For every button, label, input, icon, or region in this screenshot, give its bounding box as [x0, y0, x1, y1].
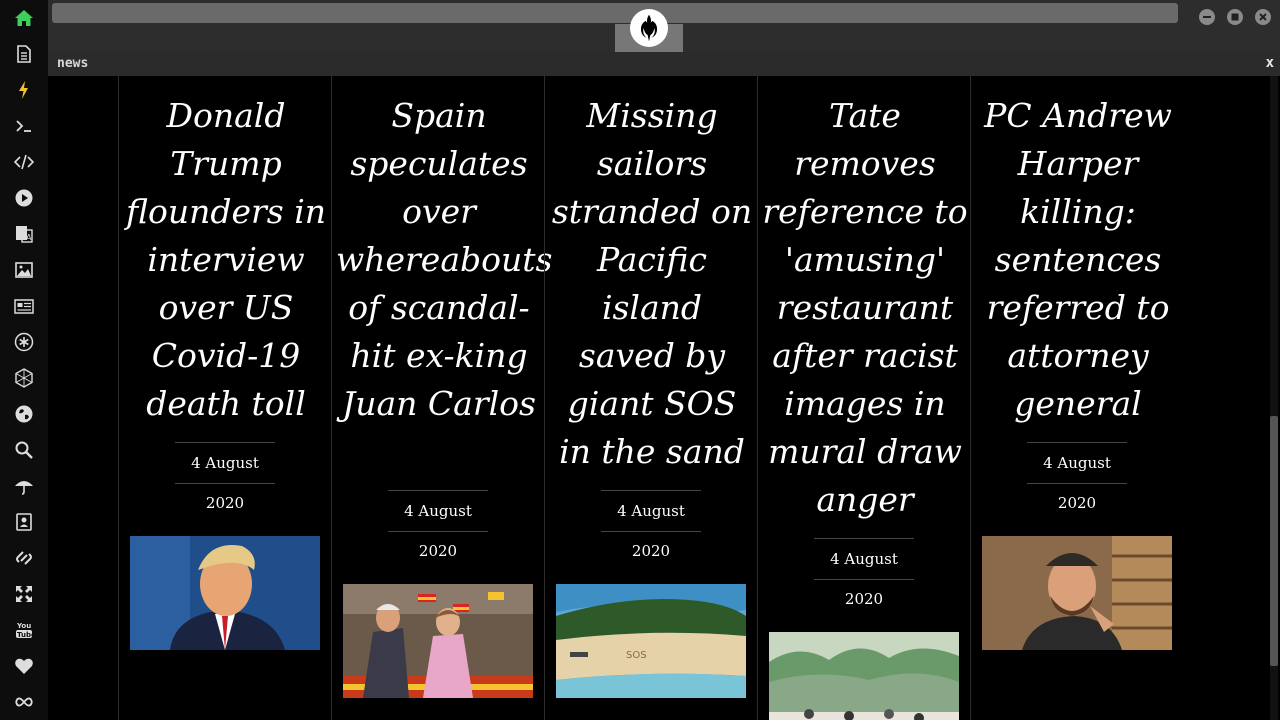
home-icon[interactable] — [12, 6, 36, 30]
maximize-button[interactable] — [1227, 9, 1243, 25]
address-bar[interactable] — [52, 3, 1178, 23]
article-card[interactable]: Tate removes reference to 'amusing' rest… — [757, 76, 970, 720]
search-icon[interactable] — [12, 438, 36, 462]
rebel-alliance-icon[interactable] — [630, 9, 668, 47]
code-icon[interactable] — [12, 150, 36, 174]
juan-carlos-photo[interactable] — [343, 584, 533, 698]
article-card[interactable]: PC Andrew Harper killing: sentences refe… — [970, 76, 1183, 720]
scrollbar-thumb[interactable] — [1270, 416, 1278, 666]
minimize-button[interactable] — [1199, 9, 1215, 25]
lightning-icon[interactable] — [12, 78, 36, 102]
article-title[interactable]: PC Andrew Harper killing: sentences refe… — [975, 92, 1181, 428]
infinity-icon[interactable] — [12, 690, 36, 714]
donald-trump-photo[interactable] — [130, 536, 320, 650]
tate-mural-photo[interactable] — [769, 632, 959, 720]
youtube-icon[interactable]: You Tube — [12, 618, 36, 642]
article-card[interactable]: Donald Trump flounders in interview over… — [118, 76, 331, 720]
sidebar: A You Tube — [0, 0, 49, 720]
article-title[interactable]: Tate removes reference to 'amusing' rest… — [762, 92, 968, 524]
island-sos-photo[interactable]: SOS — [556, 584, 746, 698]
terminal-icon[interactable] — [12, 114, 36, 138]
expand-icon[interactable] — [12, 582, 36, 606]
close-window-button[interactable] — [1255, 9, 1271, 25]
contact-icon[interactable] — [12, 510, 36, 534]
globe-icon[interactable] — [12, 402, 36, 426]
article-date: 4 August 2020 — [601, 490, 701, 560]
tab-news[interactable]: news — [57, 56, 88, 71]
heart-icon[interactable] — [12, 654, 36, 678]
svg-text:You: You — [16, 622, 31, 630]
article-date: 4 August 2020 — [1027, 442, 1127, 512]
article-title[interactable]: Spain speculates over whereabouts of sca… — [336, 92, 552, 428]
article-date: 4 August 2020 — [814, 538, 914, 608]
document-icon[interactable] — [12, 42, 36, 66]
article-date: 4 August 2020 — [388, 490, 488, 560]
asterisk-icon[interactable] — [12, 330, 36, 354]
andrew-harper-photo[interactable] — [982, 536, 1172, 650]
svg-text:A: A — [26, 233, 32, 242]
translate-icon[interactable]: A — [12, 222, 36, 246]
umbrella-icon[interactable] — [12, 474, 36, 498]
image-icon[interactable] — [12, 258, 36, 282]
article-title[interactable]: Donald Trump flounders in interview over… — [123, 92, 329, 428]
news-icon[interactable] — [12, 294, 36, 318]
network-icon[interactable] — [12, 366, 36, 390]
play-icon[interactable] — [12, 186, 36, 210]
svg-text:SOS: SOS — [626, 650, 647, 661]
tab-bar: news x — [48, 52, 1280, 76]
svg-text:Tube: Tube — [17, 631, 34, 639]
article-date: 4 August 2020 — [175, 442, 275, 512]
title-bar — [48, 0, 1280, 52]
link-icon[interactable] — [12, 546, 36, 570]
article-title[interactable]: Missing sailors stranded on Pacific isla… — [549, 92, 755, 476]
tab-close-button[interactable]: x — [1266, 55, 1274, 71]
news-feed: Donald Trump flounders in interview over… — [48, 76, 1280, 720]
article-card[interactable]: Missing sailors stranded on Pacific isla… — [544, 76, 757, 720]
article-card[interactable]: Spain speculates over whereabouts of sca… — [331, 76, 552, 720]
